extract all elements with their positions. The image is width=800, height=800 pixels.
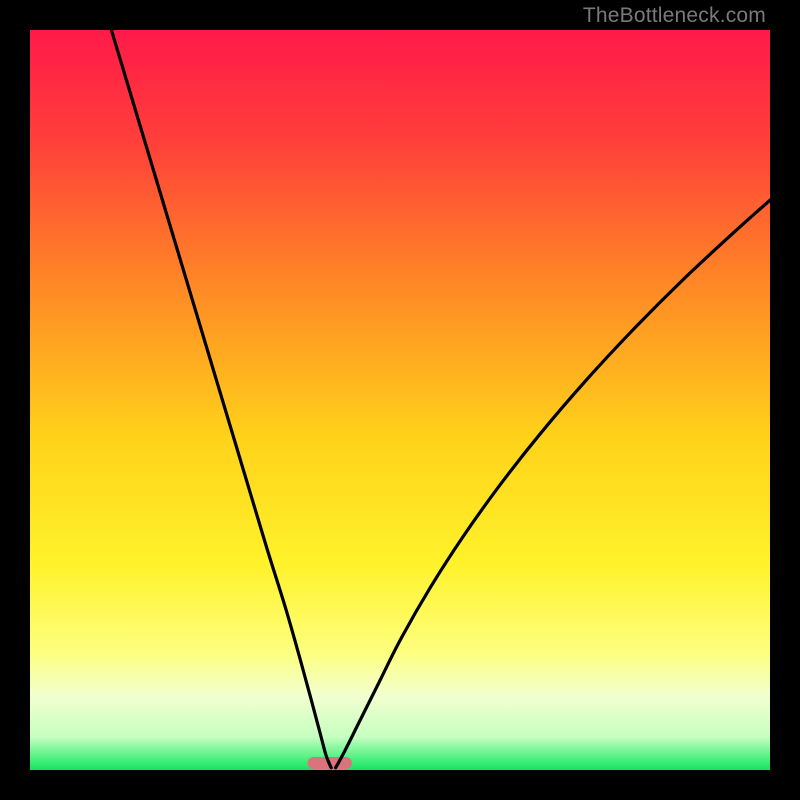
gradient-background — [30, 30, 770, 770]
watermark-text: TheBottleneck.com — [583, 4, 766, 28]
chart-frame — [30, 30, 770, 770]
chart-svg — [30, 30, 770, 770]
